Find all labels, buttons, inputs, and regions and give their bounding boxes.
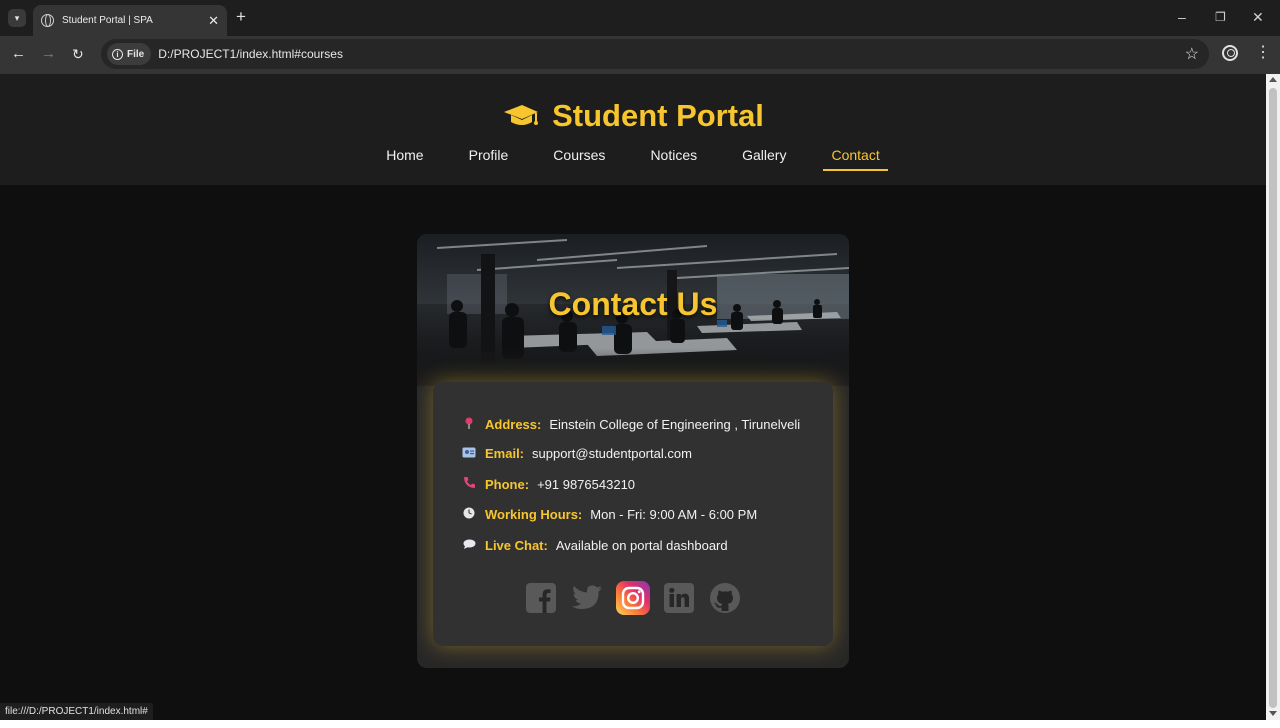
contact-info-box: Address: Einstein College of Engineering…: [433, 382, 833, 646]
minimize-icon[interactable]: –: [1178, 8, 1186, 26]
hours-label: Working Hours:: [485, 507, 583, 522]
page-viewport: Student Portal Home Profile Courses Noti…: [0, 74, 1266, 720]
twitter-icon[interactable]: [570, 581, 604, 615]
linkedin-icon[interactable]: [662, 581, 696, 615]
browser-toolbar: ← → ↻ i File D:/PROJECT1/index.html#cour…: [0, 36, 1280, 74]
contact-hero-image: Contact Us: [417, 234, 849, 386]
tab-search-icon[interactable]: ▾: [8, 9, 26, 27]
kebab-menu-icon[interactable]: ⋮: [1255, 45, 1271, 61]
address-label: Address:: [485, 417, 542, 432]
phone-label: Phone:: [485, 476, 530, 492]
back-arrow-icon[interactable]: ←: [11, 45, 26, 63]
contact-card: Contact Us Address: Einstein College of …: [417, 234, 849, 668]
email-label: Email:: [485, 446, 525, 461]
chat-bubble-icon: [459, 539, 479, 552]
contact-row-hours: Working Hours: Mon - Fri: 9:00 AM - 6:00…: [459, 507, 757, 522]
phone-icon: [459, 476, 479, 492]
chat-value: Available on portal dashboard: [555, 538, 728, 553]
site-info-chip[interactable]: i File: [107, 43, 152, 65]
nav-gallery[interactable]: Gallery: [734, 147, 794, 171]
graduation-cap-icon: [504, 105, 539, 125]
url-text[interactable]: D:/PROJECT1/index.html#courses: [158, 47, 343, 61]
contact-row-address: Address: Einstein College of Engineering…: [459, 416, 800, 433]
window-bottom-edge: [0, 720, 1280, 728]
tab-close-icon[interactable]: ✕: [208, 13, 219, 29]
github-icon[interactable]: [708, 581, 742, 615]
nav-contact[interactable]: Contact: [823, 147, 888, 171]
site-logo[interactable]: Student Portal: [0, 98, 1266, 134]
main-nav: Home Profile Courses Notices Gallery Con…: [0, 147, 1266, 171]
nav-notices[interactable]: Notices: [642, 147, 705, 171]
new-tab-button[interactable]: +: [236, 8, 246, 26]
email-value[interactable]: support@studentportal.com: [532, 446, 692, 461]
scroll-thumb[interactable]: [1269, 88, 1277, 708]
contact-heading: Contact Us: [548, 286, 718, 322]
star-icon[interactable]: ☆: [1185, 44, 1199, 64]
info-icon: i: [112, 48, 123, 60]
status-url: file:///D:/PROJECT1/index.html#: [0, 703, 153, 720]
forward-arrow-icon[interactable]: →: [41, 45, 56, 63]
contact-row-chat: Live Chat: Available on portal dashboard: [459, 538, 728, 553]
scroll-up-arrow-icon[interactable]: [1269, 77, 1277, 82]
browser-tabstrip: ▾ Student Portal | SPA ✕ + – ❐ ✕: [0, 0, 1280, 36]
contact-row-email: Email: support@studentportal.com: [459, 446, 692, 461]
social-links: [433, 581, 833, 615]
address-bar[interactable]: i File D:/PROJECT1/index.html#courses ☆: [101, 39, 1209, 69]
nav-home[interactable]: Home: [378, 147, 431, 171]
facebook-icon[interactable]: [524, 581, 558, 615]
pin-icon: [459, 416, 479, 433]
nav-profile[interactable]: Profile: [461, 147, 517, 171]
globe-icon: [41, 14, 54, 27]
instagram-icon[interactable]: [616, 581, 650, 615]
contact-row-phone: Phone: +91 9876543210: [459, 476, 635, 492]
hours-value: Mon - Fri: 9:00 AM - 6:00 PM: [590, 507, 758, 522]
reload-icon[interactable]: ↻: [72, 45, 84, 63]
site-title: Student Portal: [552, 98, 764, 133]
id-card-icon: [459, 447, 479, 461]
profile-icon[interactable]: [1222, 45, 1238, 61]
phone-value[interactable]: +91 9876543210: [537, 477, 635, 492]
close-window-icon[interactable]: ✕: [1252, 8, 1264, 26]
nav-courses[interactable]: Courses: [545, 147, 613, 171]
restore-icon[interactable]: ❐: [1215, 8, 1226, 26]
chat-label: Live Chat:: [485, 538, 548, 553]
tab-title: Student Portal | SPA: [62, 15, 153, 26]
browser-tab[interactable]: Student Portal | SPA ✕: [33, 5, 227, 36]
address-value: Einstein College of Engineering , Tirune…: [549, 417, 801, 432]
site-header: Student Portal Home Profile Courses Noti…: [0, 74, 1266, 185]
page-scrollbar[interactable]: [1266, 74, 1280, 720]
security-chip-label: File: [127, 48, 145, 60]
clock-icon: [459, 507, 479, 522]
scroll-down-arrow-icon[interactable]: [1269, 711, 1277, 716]
